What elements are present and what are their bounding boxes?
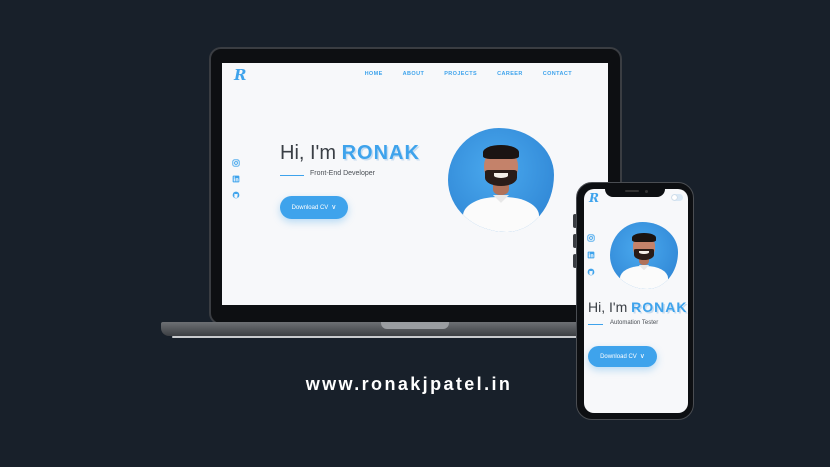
greeting-text: Hi, I'm [588,299,628,315]
greeting-text: Hi, I'm [280,142,337,164]
main-nav: HOME ABOUT PROJECTS CAREER CONTACT [345,71,572,77]
nav-career[interactable]: CAREER [497,71,523,77]
laptop-hinge-notch [381,322,449,329]
github-icon[interactable] [232,191,240,199]
portrait-hair [482,144,519,160]
download-cv-label: Download CV [291,204,329,211]
double-chevron-down-icon: ∨ [639,353,645,360]
site-logo[interactable]: R [234,66,246,84]
social-links [232,159,240,199]
mobile-hero-role: Automation Tester [610,320,659,326]
hero-role: Front-End Developer [310,170,375,177]
mobile-social-links [587,234,595,276]
nav-home[interactable]: HOME [365,71,383,77]
hero-name: RONAK [341,142,420,164]
nav-projects[interactable]: PROJECTS [444,71,477,77]
role-divider [588,324,603,325]
portrait [448,128,554,232]
double-chevron-down-icon: ∨ [331,204,337,211]
nav-about[interactable]: ABOUT [403,71,425,77]
instagram-icon[interactable] [232,159,240,167]
github-icon[interactable] [587,268,595,276]
phone-speaker [625,190,639,192]
mobile-profile-photo [610,222,678,289]
download-cv-button[interactable]: Download CV ∨ [280,196,348,219]
profile-photo [448,128,554,232]
hero-name: RONAK [631,299,688,315]
mobile-hero-greeting: Hi, I'm RONAK [588,299,687,315]
nav-contact[interactable]: CONTACT [543,71,572,77]
portrait-hair [632,232,656,243]
download-cv-label: Download CV [600,353,637,360]
mobile-site-logo[interactable]: R [589,191,599,205]
portrait-smile [493,172,509,178]
mobile-download-cv-button[interactable]: Download CV ∨ [588,346,657,367]
theme-toggle[interactable] [671,194,683,201]
role-divider [280,175,304,176]
linkedin-icon[interactable] [587,251,595,259]
hero-greeting: Hi, I'm RONAK [280,142,420,165]
website-url: www.ronakjpatel.in [305,374,513,394]
linkedin-icon[interactable] [232,175,240,183]
instagram-icon[interactable] [587,234,595,242]
phone-camera [645,189,648,193]
laptop-screen: R HOME ABOUT PROJECTS CAREER CONTACT Hi,… [222,63,608,305]
portrait [610,222,678,289]
phone-notch [605,186,665,197]
